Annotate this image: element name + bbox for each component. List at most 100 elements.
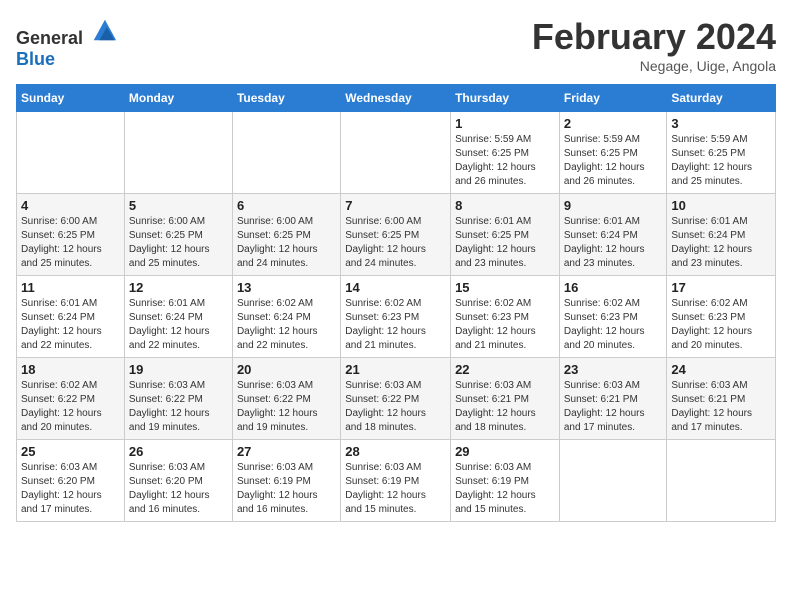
day-number: 8 <box>455 198 555 213</box>
day-number: 16 <box>564 280 663 295</box>
day-info: Sunrise: 6:03 AM Sunset: 6:19 PM Dayligh… <box>455 461 555 517</box>
day-info: Sunrise: 6:03 AM Sunset: 6:22 PM Dayligh… <box>129 379 228 435</box>
calendar-cell: 25 Sunrise: 6:03 AM Sunset: 6:20 PM Dayli… <box>17 440 125 522</box>
calendar-cell: 8 Sunrise: 6:01 AM Sunset: 6:25 PM Daylig… <box>451 194 560 276</box>
day-info: Sunrise: 5:59 AM Sunset: 6:25 PM Dayligh… <box>455 133 555 189</box>
calendar-cell: 1Sunrise: 5:59 AM Sunset: 6:25 PM Daylig… <box>451 112 560 194</box>
calendar-title: February 2024 <box>532 16 776 58</box>
day-info: Sunrise: 6:01 AM Sunset: 6:24 PM Dayligh… <box>21 297 120 353</box>
calendar-cell: 29 Sunrise: 6:03 AM Sunset: 6:19 PM Dayli… <box>451 440 560 522</box>
day-header-wednesday: Wednesday <box>341 85 451 112</box>
day-info: Sunrise: 5:59 AM Sunset: 6:25 PM Dayligh… <box>564 133 663 189</box>
calendar-subtitle: Negage, Uige, Angola <box>532 58 776 74</box>
calendar-cell: 2 Sunrise: 5:59 AM Sunset: 6:25 PM Daylig… <box>559 112 667 194</box>
day-info: Sunrise: 6:03 AM Sunset: 6:22 PM Dayligh… <box>345 379 446 435</box>
calendar-cell: 6Sunrise: 6:00 AM Sunset: 6:25 PM Daylig… <box>232 194 340 276</box>
calendar-week-1: 1Sunrise: 5:59 AM Sunset: 6:25 PM Daylig… <box>17 112 776 194</box>
day-info: Sunrise: 6:03 AM Sunset: 6:20 PM Dayligh… <box>129 461 228 517</box>
day-number: 26 <box>129 444 228 459</box>
calendar-cell: 14 Sunrise: 6:02 AM Sunset: 6:23 PM Dayli… <box>341 276 451 358</box>
day-number: 7 <box>345 198 446 213</box>
calendar-cell <box>124 112 232 194</box>
calendar-cell: 15Sunrise: 6:02 AM Sunset: 6:23 PM Dayli… <box>451 276 560 358</box>
day-number: 4 <box>21 198 120 213</box>
day-number: 15 <box>455 280 555 295</box>
day-number: 21 <box>345 362 446 377</box>
day-number: 22 <box>455 362 555 377</box>
day-info: Sunrise: 6:02 AM Sunset: 6:24 PM Dayligh… <box>237 297 336 353</box>
day-number: 2 <box>564 116 663 131</box>
title-area: February 2024 Negage, Uige, Angola <box>532 16 776 74</box>
calendar-cell: 5 Sunrise: 6:00 AM Sunset: 6:25 PM Daylig… <box>124 194 232 276</box>
calendar-table: SundayMondayTuesdayWednesdayThursdayFrid… <box>16 84 776 522</box>
logo-general-text: General <box>16 28 83 48</box>
day-info: Sunrise: 6:02 AM Sunset: 6:23 PM Dayligh… <box>345 297 446 353</box>
day-number: 23 <box>564 362 663 377</box>
day-header-monday: Monday <box>124 85 232 112</box>
day-number: 12 <box>129 280 228 295</box>
calendar-cell <box>17 112 125 194</box>
day-number: 17 <box>671 280 771 295</box>
day-info: Sunrise: 6:03 AM Sunset: 6:21 PM Dayligh… <box>455 379 555 435</box>
calendar-cell: 10 Sunrise: 6:01 AM Sunset: 6:24 PM Dayli… <box>667 194 776 276</box>
calendar-cell: 24 Sunrise: 6:03 AM Sunset: 6:21 PM Dayli… <box>667 358 776 440</box>
day-info: Sunrise: 6:00 AM Sunset: 6:25 PM Dayligh… <box>237 215 336 271</box>
day-info: Sunrise: 6:03 AM Sunset: 6:21 PM Dayligh… <box>671 379 771 435</box>
day-number: 18 <box>21 362 120 377</box>
day-info: Sunrise: 6:03 AM Sunset: 6:20 PM Dayligh… <box>21 461 120 517</box>
day-info: Sunrise: 6:02 AM Sunset: 6:23 PM Dayligh… <box>564 297 663 353</box>
day-info: Sunrise: 6:01 AM Sunset: 6:24 PM Dayligh… <box>671 215 771 271</box>
day-number: 14 <box>345 280 446 295</box>
day-info: Sunrise: 6:03 AM Sunset: 6:21 PM Dayligh… <box>564 379 663 435</box>
day-info: Sunrise: 6:01 AM Sunset: 6:24 PM Dayligh… <box>129 297 228 353</box>
calendar-cell: 12 Sunrise: 6:01 AM Sunset: 6:24 PM Dayli… <box>124 276 232 358</box>
calendar-cell: 26 Sunrise: 6:03 AM Sunset: 6:20 PM Dayli… <box>124 440 232 522</box>
calendar-cell: 7 Sunrise: 6:00 AM Sunset: 6:25 PM Daylig… <box>341 194 451 276</box>
day-header-saturday: Saturday <box>667 85 776 112</box>
day-info: Sunrise: 6:01 AM Sunset: 6:24 PM Dayligh… <box>564 215 663 271</box>
calendar-cell: 16 Sunrise: 6:02 AM Sunset: 6:23 PM Dayli… <box>559 276 667 358</box>
calendar-cell: 19 Sunrise: 6:03 AM Sunset: 6:22 PM Dayli… <box>124 358 232 440</box>
calendar-week-5: 25 Sunrise: 6:03 AM Sunset: 6:20 PM Dayli… <box>17 440 776 522</box>
calendar-week-2: 4 Sunrise: 6:00 AM Sunset: 6:25 PM Daylig… <box>17 194 776 276</box>
calendar-cell: 20 Sunrise: 6:03 AM Sunset: 6:22 PM Dayli… <box>232 358 340 440</box>
header: General Blue February 2024 Negage, Uige,… <box>16 16 776 74</box>
day-info: Sunrise: 6:03 AM Sunset: 6:22 PM Dayligh… <box>237 379 336 435</box>
logo: General Blue <box>16 16 118 70</box>
calendar-cell <box>559 440 667 522</box>
calendar-cell <box>667 440 776 522</box>
day-number: 20 <box>237 362 336 377</box>
day-info: Sunrise: 6:01 AM Sunset: 6:25 PM Dayligh… <box>455 215 555 271</box>
calendar-cell: 21 Sunrise: 6:03 AM Sunset: 6:22 PM Dayli… <box>341 358 451 440</box>
calendar-week-3: 11 Sunrise: 6:01 AM Sunset: 6:24 PM Dayli… <box>17 276 776 358</box>
day-info: Sunrise: 6:00 AM Sunset: 6:25 PM Dayligh… <box>345 215 446 271</box>
day-header-thursday: Thursday <box>451 85 560 112</box>
day-info: Sunrise: 6:03 AM Sunset: 6:19 PM Dayligh… <box>345 461 446 517</box>
day-number: 9 <box>564 198 663 213</box>
calendar-cell: 11 Sunrise: 6:01 AM Sunset: 6:24 PM Dayli… <box>17 276 125 358</box>
calendar-cell: 27Sunrise: 6:03 AM Sunset: 6:19 PM Dayli… <box>232 440 340 522</box>
calendar-cell <box>341 112 451 194</box>
day-info: Sunrise: 6:03 AM Sunset: 6:19 PM Dayligh… <box>237 461 336 517</box>
day-number: 11 <box>21 280 120 295</box>
logo-blue-text: Blue <box>16 49 55 69</box>
calendar-cell: 17 Sunrise: 6:02 AM Sunset: 6:23 PM Dayli… <box>667 276 776 358</box>
calendar-cell: 22 Sunrise: 6:03 AM Sunset: 6:21 PM Dayli… <box>451 358 560 440</box>
calendar-cell: 28 Sunrise: 6:03 AM Sunset: 6:19 PM Dayli… <box>341 440 451 522</box>
day-number: 29 <box>455 444 555 459</box>
day-header-tuesday: Tuesday <box>232 85 340 112</box>
day-number: 24 <box>671 362 771 377</box>
calendar-cell: 13Sunrise: 6:02 AM Sunset: 6:24 PM Dayli… <box>232 276 340 358</box>
day-header-friday: Friday <box>559 85 667 112</box>
day-info: Sunrise: 6:02 AM Sunset: 6:23 PM Dayligh… <box>671 297 771 353</box>
day-info: Sunrise: 5:59 AM Sunset: 6:25 PM Dayligh… <box>671 133 771 189</box>
day-number: 28 <box>345 444 446 459</box>
day-number: 25 <box>21 444 120 459</box>
day-info: Sunrise: 6:00 AM Sunset: 6:25 PM Dayligh… <box>129 215 228 271</box>
calendar-week-4: 18Sunrise: 6:02 AM Sunset: 6:22 PM Dayli… <box>17 358 776 440</box>
calendar-cell: 9 Sunrise: 6:01 AM Sunset: 6:24 PM Daylig… <box>559 194 667 276</box>
calendar-cell: 23 Sunrise: 6:03 AM Sunset: 6:21 PM Dayli… <box>559 358 667 440</box>
day-number: 5 <box>129 198 228 213</box>
day-number: 10 <box>671 198 771 213</box>
day-number: 19 <box>129 362 228 377</box>
